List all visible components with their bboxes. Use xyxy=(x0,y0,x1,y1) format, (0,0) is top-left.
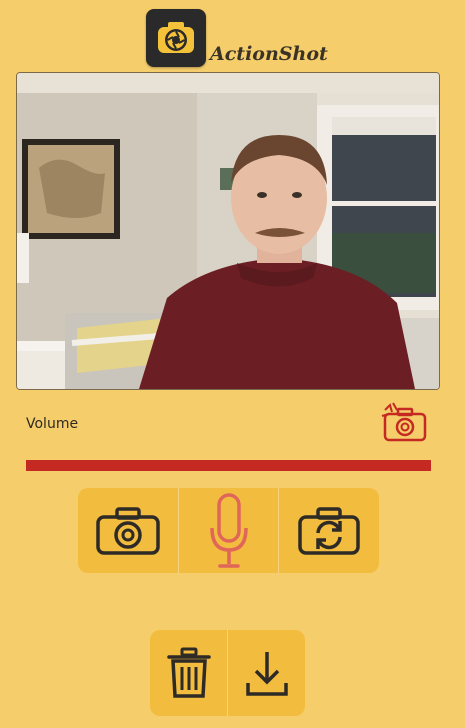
switch-camera-button[interactable] xyxy=(279,488,379,573)
camera-icon xyxy=(96,506,160,555)
delete-button[interactable] xyxy=(150,630,228,716)
voice-trigger-button[interactable] xyxy=(179,488,280,573)
camera-feed-image xyxy=(17,73,439,389)
download-button[interactable] xyxy=(228,630,305,716)
app-logo xyxy=(146,9,206,67)
app-name: ActionShot xyxy=(210,43,328,65)
take-photo-button[interactable] xyxy=(78,488,179,573)
microphone-icon xyxy=(209,492,248,568)
camera-switch-icon xyxy=(298,506,360,555)
volume-meter-fill xyxy=(26,460,431,471)
camera-preview[interactable] xyxy=(16,72,440,390)
camera-aperture-icon xyxy=(158,22,194,53)
app-header: ActionShot xyxy=(146,7,328,67)
volume-label: Volume xyxy=(26,416,79,432)
file-controls xyxy=(150,630,305,716)
camera-flash-icon xyxy=(381,402,429,442)
volume-meter xyxy=(26,460,431,471)
capture-controls xyxy=(78,488,379,573)
download-icon xyxy=(245,652,288,696)
trash-icon xyxy=(166,647,211,698)
